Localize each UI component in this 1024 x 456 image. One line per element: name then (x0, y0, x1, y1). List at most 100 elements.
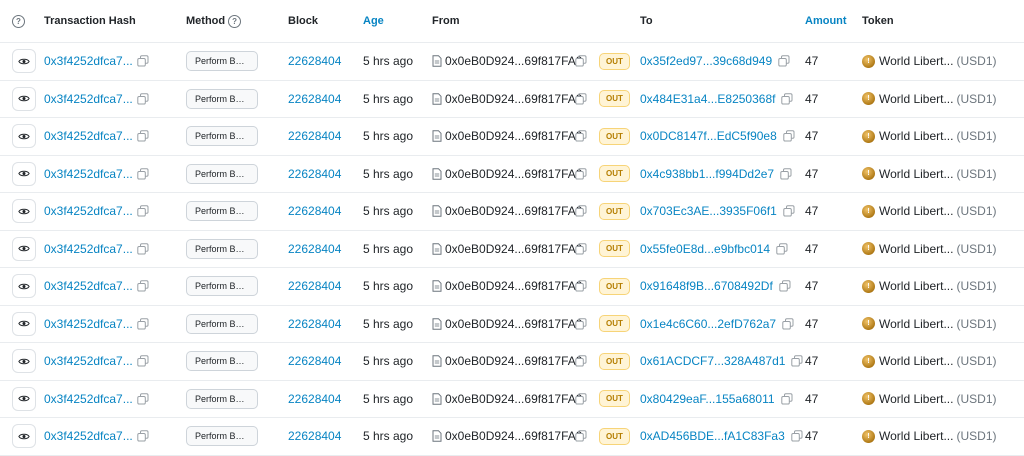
copy-icon[interactable] (575, 418, 587, 455)
from-address[interactable]: 0x0eB0D924...69f817FA9 (445, 279, 582, 293)
from-address[interactable]: 0x0eB0D924...69f817FA9 (445, 167, 582, 181)
copy-icon[interactable] (776, 243, 788, 255)
copy-icon[interactable] (791, 355, 803, 367)
copy-icon[interactable] (137, 193, 149, 230)
block-link[interactable]: 22628404 (288, 81, 341, 118)
help-icon[interactable]: ? (228, 14, 242, 28)
copy-icon[interactable] (791, 430, 803, 442)
tx-hash-link[interactable]: 0x3f4252dfca7... (44, 268, 133, 305)
tx-hash-link[interactable]: 0x3f4252dfca7... (44, 81, 133, 118)
to-address-link[interactable]: 0x80429eaF...155a68011 (640, 392, 775, 406)
method-badge[interactable]: Perform Bulk ... (186, 313, 258, 334)
to-address-link[interactable]: 0x91648f9B...6708492Df (640, 279, 773, 293)
copy-icon[interactable] (137, 231, 149, 268)
block-link[interactable]: 22628404 (288, 231, 341, 268)
copy-icon[interactable] (575, 306, 587, 343)
from-address[interactable]: 0x0eB0D924...69f817FA9 (445, 242, 582, 256)
eye-icon[interactable] (12, 349, 36, 374)
token-name-link[interactable]: World Libert... (879, 242, 953, 256)
tx-hash-link[interactable]: 0x3f4252dfca7... (44, 231, 133, 268)
block-link[interactable]: 22628404 (288, 343, 341, 380)
copy-icon[interactable] (575, 381, 587, 418)
from-address[interactable]: 0x0eB0D924...69f817FA9 (445, 92, 582, 106)
copy-icon[interactable] (137, 156, 149, 193)
method-badge[interactable]: Perform Bulk ... (186, 201, 258, 222)
header-amount-toggle[interactable]: Amount (805, 0, 847, 42)
eye-icon[interactable] (12, 311, 36, 336)
to-address-link[interactable]: 0x0DC8147f...EdC5f90e8 (640, 129, 777, 143)
from-address[interactable]: 0x0eB0D924...69f817FA9 (445, 354, 582, 368)
from-address[interactable]: 0x0eB0D924...69f817FA9 (445, 317, 582, 331)
block-link[interactable]: 22628404 (288, 118, 341, 155)
block-link[interactable]: 22628404 (288, 193, 341, 230)
copy-icon[interactable] (575, 43, 587, 80)
copy-icon[interactable] (575, 231, 587, 268)
tx-hash-link[interactable]: 0x3f4252dfca7... (44, 418, 133, 455)
copy-icon[interactable] (137, 418, 149, 455)
method-badge[interactable]: Perform Bulk ... (186, 276, 258, 297)
block-link[interactable]: 22628404 (288, 156, 341, 193)
copy-icon[interactable] (137, 268, 149, 305)
copy-icon[interactable] (780, 393, 793, 405)
copy-icon[interactable] (779, 280, 791, 292)
token-name-link[interactable]: World Libert... (879, 279, 953, 293)
eye-icon[interactable] (12, 49, 36, 74)
token-name-link[interactable]: World Libert... (879, 429, 953, 443)
copy-icon[interactable] (778, 55, 790, 67)
copy-icon[interactable] (575, 268, 587, 305)
eye-icon[interactable] (12, 86, 36, 111)
to-address-link[interactable]: 0x55fe0E8d...e9bfbc014 (640, 242, 770, 256)
copy-icon[interactable] (137, 306, 149, 343)
copy-icon[interactable] (575, 118, 587, 155)
to-address-link[interactable]: 0x61ACDCF7...328A487d1 (640, 354, 785, 368)
to-address-link[interactable]: 0x4c938bb1...f994Dd2e7 (640, 167, 774, 181)
token-name-link[interactable]: World Libert... (879, 354, 953, 368)
token-name-link[interactable]: World Libert... (879, 92, 953, 106)
help-icon[interactable]: ? (12, 14, 25, 28)
block-link[interactable]: 22628404 (288, 381, 341, 418)
to-address-link[interactable]: 0x1e4c6C60...2efD762a7 (640, 317, 776, 331)
block-link[interactable]: 22628404 (288, 268, 341, 305)
to-address-link[interactable]: 0x484E31a4...E8250368f (640, 92, 775, 106)
tx-hash-link[interactable]: 0x3f4252dfca7... (44, 381, 133, 418)
copy-icon[interactable] (575, 156, 587, 193)
eye-icon[interactable] (12, 199, 36, 224)
block-link[interactable]: 22628404 (288, 306, 341, 343)
copy-icon[interactable] (782, 318, 794, 330)
copy-icon[interactable] (575, 343, 587, 380)
copy-icon[interactable] (781, 93, 793, 105)
to-address-link[interactable]: 0x703Ec3AE...3935F06f1 (640, 204, 777, 218)
to-address-link[interactable]: 0xAD456BDE...fA1C83Fa3 (640, 429, 785, 443)
copy-icon[interactable] (137, 381, 149, 418)
token-name-link[interactable]: World Libert... (879, 129, 953, 143)
to-address-link[interactable]: 0x35f2ed97...39c68d949 (640, 54, 772, 68)
copy-icon[interactable] (780, 168, 792, 180)
method-badge[interactable]: Perform Bulk ... (186, 88, 258, 109)
copy-icon[interactable] (575, 81, 587, 118)
token-name-link[interactable]: World Libert... (879, 54, 953, 68)
eye-icon[interactable] (12, 424, 36, 449)
tx-hash-link[interactable]: 0x3f4252dfca7... (44, 118, 133, 155)
copy-icon[interactable] (137, 81, 149, 118)
tx-hash-link[interactable]: 0x3f4252dfca7... (44, 343, 133, 380)
token-name-link[interactable]: World Libert... (879, 392, 953, 406)
token-name-link[interactable]: World Libert... (879, 317, 953, 331)
from-address[interactable]: 0x0eB0D924...69f817FA9 (445, 129, 582, 143)
tx-hash-link[interactable]: 0x3f4252dfca7... (44, 193, 133, 230)
token-name-link[interactable]: World Libert... (879, 204, 953, 218)
token-name-link[interactable]: World Libert... (879, 167, 953, 181)
block-link[interactable]: 22628404 (288, 418, 341, 455)
tx-hash-link[interactable]: 0x3f4252dfca7... (44, 156, 133, 193)
from-address[interactable]: 0x0eB0D924...69f817FA9 (445, 54, 582, 68)
eye-icon[interactable] (12, 274, 36, 299)
method-badge[interactable]: Perform Bulk ... (186, 163, 258, 184)
copy-icon[interactable] (783, 130, 795, 142)
copy-icon[interactable] (783, 205, 795, 217)
eye-icon[interactable] (12, 386, 36, 411)
eye-icon[interactable] (12, 124, 36, 149)
from-address[interactable]: 0x0eB0D924...69f817FA9 (445, 204, 582, 218)
tx-hash-link[interactable]: 0x3f4252dfca7... (44, 306, 133, 343)
method-badge[interactable]: Perform Bulk ... (186, 388, 258, 409)
eye-icon[interactable] (12, 236, 36, 261)
copy-icon[interactable] (137, 43, 149, 80)
